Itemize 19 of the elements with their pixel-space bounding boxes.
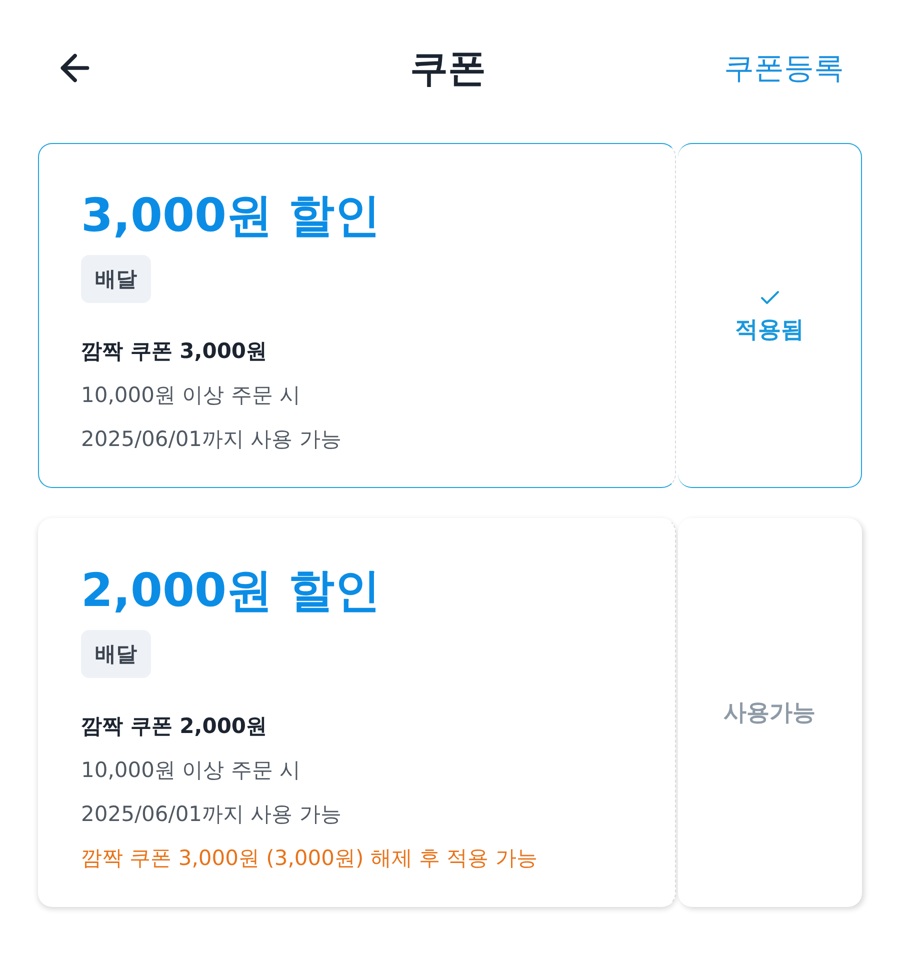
expiry-date: 2025/06/01까지 사용 가능 bbox=[81, 801, 342, 828]
coupon-notice: 깜짝 쿠폰 3,000원 (3,000원) 해제 후 적용 가능 bbox=[81, 845, 538, 872]
coupon-stub[interactable]: 적용됨 bbox=[678, 143, 862, 488]
discount-amount: 2,000원 할인 bbox=[81, 563, 381, 618]
coupon-card[interactable]: 3,000원 할인 배달 깜짝 쿠폰 3,000원 10,000원 이상 주문 시 2025/06/01까지 사용 가능 bbox=[38, 143, 676, 488]
coupon-name: 깜짝 쿠폰 2,000원 bbox=[81, 713, 268, 740]
coupon-name: 깜짝 쿠폰 3,000원 bbox=[81, 338, 268, 366]
expiry-date: 2025/06/01까지 사용 가능 bbox=[81, 426, 342, 454]
coupon-status: 사용가능 bbox=[724, 699, 816, 728]
min-order-condition: 10,000원 이상 주문 시 bbox=[81, 757, 301, 784]
coupon-stub[interactable]: 사용가능 bbox=[678, 518, 862, 908]
coupon-card[interactable]: 2,000원 할인 배달 깜짝 쿠폰 2,000원 10,000원 이상 주문 시 2025/06/01까지 사용 가능 깜짝 쿠폰 3,000원 (3,000원) 해제 후 적용 가능 bbox=[38, 518, 676, 908]
discount-amount: 3,000원 할인 bbox=[81, 188, 381, 244]
category-tag: 배달 bbox=[81, 630, 151, 678]
coupon-status: 적용됨 bbox=[735, 316, 804, 346]
page-title: 쿠폰 bbox=[410, 44, 486, 92]
register-coupon-link[interactable]: 쿠폰등록 bbox=[724, 48, 844, 88]
category-tag: 배달 bbox=[81, 255, 151, 304]
min-order-condition: 10,000원 이상 주문 시 bbox=[81, 382, 301, 410]
